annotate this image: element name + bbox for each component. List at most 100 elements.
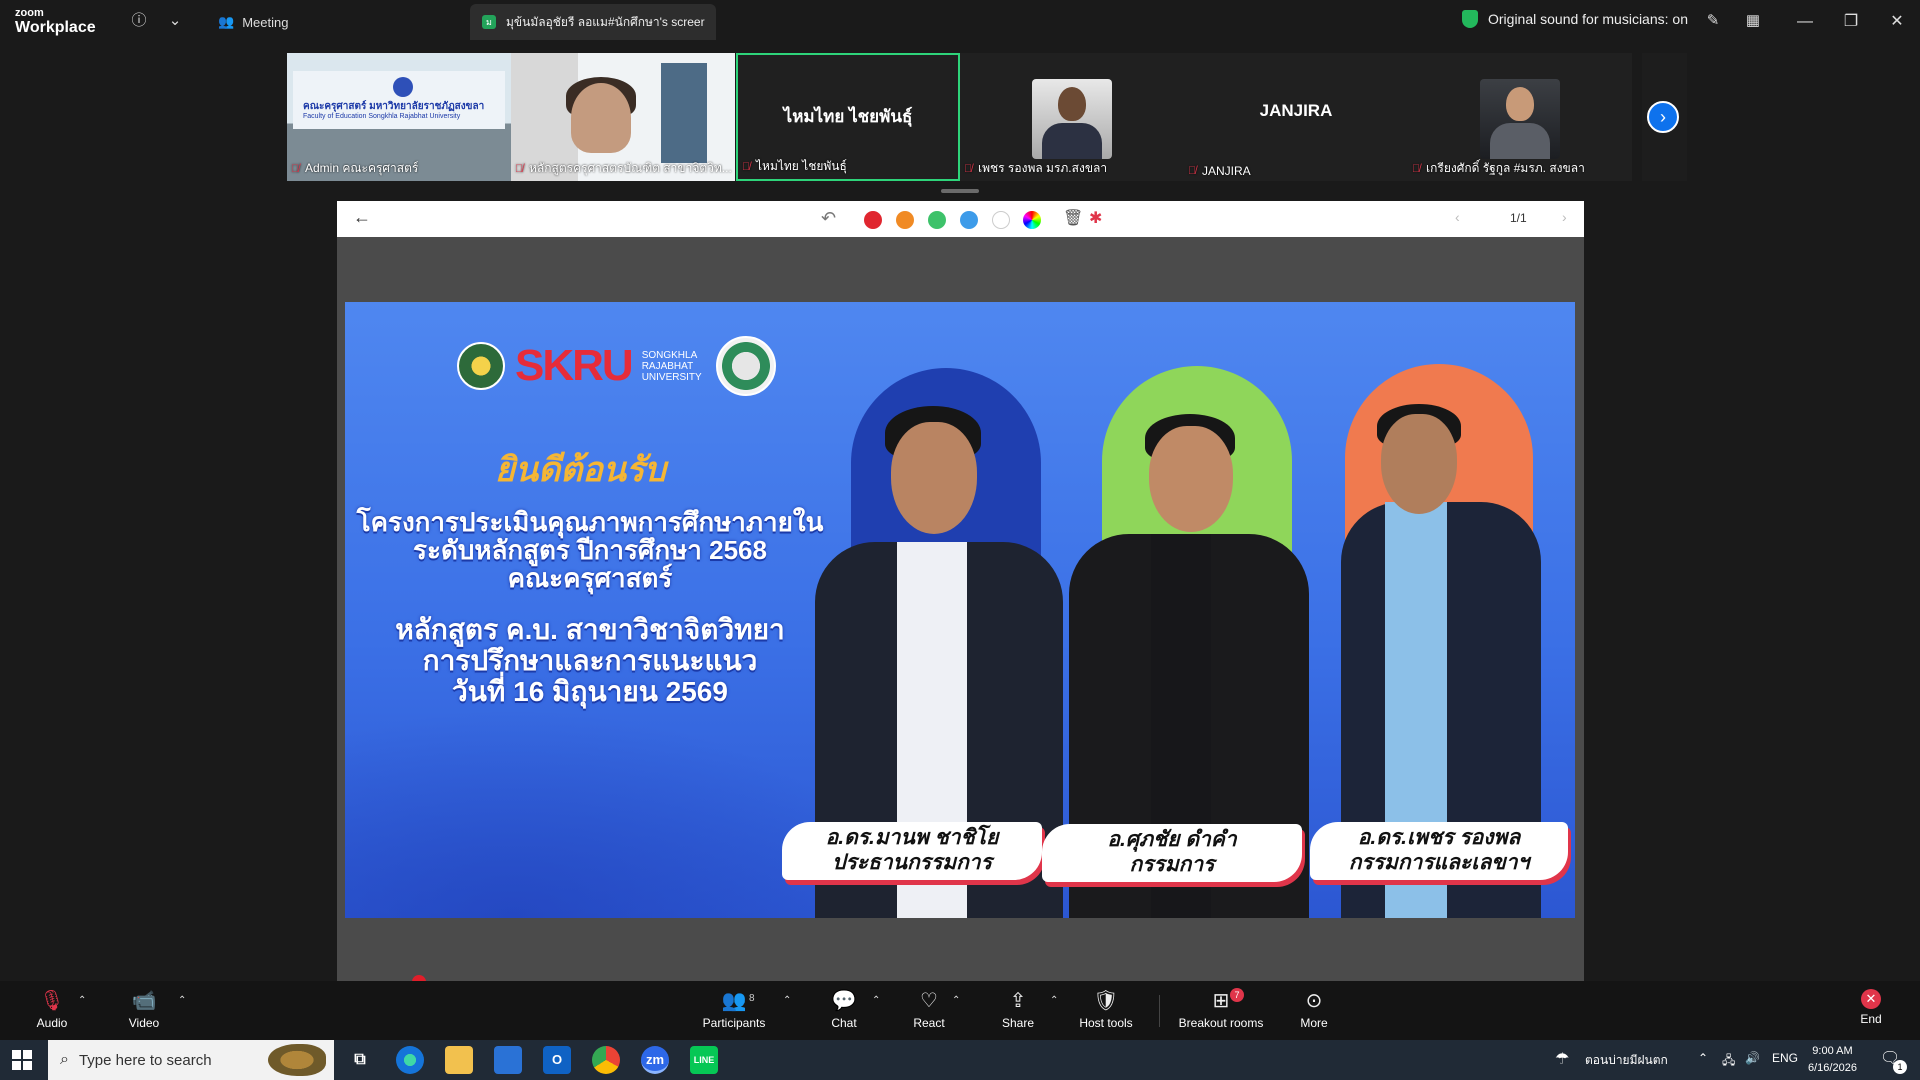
chat-options-caret-icon[interactable]: ⌃ — [872, 995, 880, 1006]
participant-name-text: หลักสูตรครุศาสตรบัณฑิต สาขาจิตวิท... — [529, 161, 732, 175]
react-button[interactable]: ♡ React — [884, 989, 974, 1030]
video-label: Video — [128, 1016, 160, 1030]
shield-icon — [1462, 10, 1478, 28]
minimize-button[interactable]: — — [1790, 8, 1820, 36]
back-arrow-icon[interactable]: ← — [353, 207, 371, 228]
notification-count: 1 — [1893, 1060, 1907, 1074]
annotation-toolbar: ← ↶ 🗑 ✱ ‹ 1/1 › — [337, 201, 1584, 237]
person-silhouette — [571, 83, 631, 153]
audio-options-caret-icon[interactable]: ⌃ — [78, 995, 86, 1006]
welcome-heading: ยินดีต้อนรับ — [495, 451, 666, 489]
restore-button[interactable]: ❐ — [1836, 8, 1866, 36]
microsoft-store-icon[interactable] — [494, 1046, 522, 1074]
participants-options-caret-icon[interactable]: ⌃ — [783, 995, 791, 1006]
react-label: React — [913, 1016, 945, 1030]
spotlight-icon[interactable]: ✱ — [1089, 208, 1102, 228]
video-tile[interactable]: คณะครุศาสตร์ มหาวิทยาลัยราชภัฏสงขลา Facu… — [287, 53, 511, 181]
strip-resize-handle[interactable] — [941, 189, 979, 193]
trash-icon[interactable]: 🗑 — [1063, 208, 1083, 228]
participants-button[interactable]: 👥 Participants — [689, 989, 779, 1030]
react-options-caret-icon[interactable]: ⌃ — [952, 995, 960, 1006]
line-app-icon[interactable]: LINE — [690, 1046, 718, 1074]
video-gallery-strip: คณะครุศาสตร์ มหาวิทยาลัยราชภัฏสงขลา Facu… — [287, 53, 1687, 181]
volume-icon[interactable]: 🔊 — [1745, 1051, 1760, 1065]
end-button[interactable]: ✕ End — [1826, 989, 1916, 1026]
gallery-view-icon[interactable]: ▦ — [1742, 10, 1764, 32]
toolbar-divider — [1159, 995, 1160, 1027]
system-clock[interactable]: 9:00 AM 6/16/2026 — [1808, 1043, 1857, 1077]
file-explorer-icon[interactable] — [445, 1046, 473, 1074]
weather-icon: ☂ — [1555, 1051, 1570, 1068]
share-options-caret-icon[interactable]: ⌃ — [1050, 995, 1058, 1006]
video-tile[interactable]: 🎙̸ หลักสูตรครุศาสตรบัณฑิต สาขาจิตวิท... — [511, 53, 735, 181]
participants-icon: 👥 — [721, 990, 747, 1012]
name-plate: อ.ศุภชัย ดำคำ กรรมการ — [1042, 824, 1302, 882]
name-plate: อ.ดร.มานพ ชาชิโย ประธานกรรมการ — [782, 822, 1042, 880]
profile-avatar — [1032, 79, 1112, 159]
network-icon[interactable]: 🖧 — [1722, 1051, 1735, 1072]
avatar-body — [1042, 123, 1102, 159]
windows-start-icon[interactable] — [12, 1050, 32, 1070]
input-language[interactable]: ENG — [1772, 1051, 1798, 1065]
face — [1381, 414, 1457, 514]
sound-label: Original sound for musicians: on — [1488, 11, 1688, 27]
color-white-swatch[interactable] — [992, 211, 1010, 229]
meeting-label: Meeting — [242, 14, 289, 30]
video-tile[interactable]: 🎙̸ เกรียงศักดิ์ รัฐกูล #มรภ. สงขลา — [1408, 53, 1632, 181]
participant-name-text: JANJIRA — [1202, 164, 1251, 178]
color-orange-swatch[interactable] — [896, 211, 914, 229]
more-button[interactable]: ⊙ More — [1269, 989, 1359, 1030]
participant-name: 🎙̸ ไหมไทย ไชยพันธุ์ — [742, 157, 847, 176]
chrome-icon[interactable] — [592, 1046, 620, 1074]
program-line3: วันที่ 16 มิถุนายน 2569 — [452, 676, 728, 707]
color-green-swatch[interactable] — [928, 211, 946, 229]
project-title: โครงการประเมินคุณภาพการศึกษาภายใน ระดับห… — [345, 508, 835, 592]
project-line2: ระดับหลักสูตร ปีการศึกษา 2568 — [413, 535, 767, 565]
edge-browser-icon[interactable] — [396, 1046, 424, 1074]
color-blue-swatch[interactable] — [960, 211, 978, 229]
task-view-icon[interactable]: ⧉ — [346, 1046, 374, 1074]
host-tools-button[interactable]: 🛡 Host tools — [1061, 989, 1151, 1030]
participant-display-name: JANJIRA — [1259, 101, 1333, 120]
background-door — [661, 63, 707, 163]
undo-icon[interactable]: ↶ — [821, 208, 836, 229]
participants-group-icon: 👥 — [218, 14, 235, 29]
video-tile[interactable]: JANJIRA 🎙̸ JANJIRA — [1184, 53, 1408, 181]
breakout-rooms-button[interactable]: ⊞ Breakout rooms — [1176, 989, 1266, 1030]
member-role: กรรมการและเลขาฯ — [1348, 851, 1530, 874]
share-tab[interactable]: ม มุข้นมัลอุชัยรี ลอแม#นักศึกษา's screer… — [470, 4, 716, 40]
more-options-icon[interactable]: ⋯ — [715, 13, 716, 31]
next-page-icon[interactable]: › — [1562, 209, 1567, 225]
pencil-icon[interactable]: ✎ — [1702, 10, 1724, 32]
meeting-button[interactable]: 👥 Meeting — [218, 10, 288, 34]
video-button[interactable]: 📹 Video — [99, 989, 189, 1030]
mic-muted-icon: 🎙̸ — [1412, 162, 1421, 175]
video-tile[interactable]: 🎙̸ เพชร รองพล มรภ.สงขลา — [960, 53, 1184, 181]
color-red-swatch[interactable] — [864, 211, 882, 229]
show-hidden-icons[interactable]: ⌃ — [1698, 1051, 1708, 1065]
gallery-next-button[interactable]: › — [1647, 101, 1679, 133]
breakout-badge: 7 — [1230, 988, 1244, 1002]
close-window-button[interactable]: ✕ — [1882, 8, 1912, 36]
participant-name: 🎙̸ เพชร รองพล มรภ.สงขลา — [964, 159, 1107, 178]
mic-muted-icon: 🎙̸ — [291, 162, 300, 175]
end-label: End — [1860, 1012, 1882, 1026]
weather-text[interactable]: ตอนบ่ายมีฝนตก — [1585, 1051, 1668, 1070]
taskbar-search[interactable]: ⌕ Type here to search — [48, 1040, 334, 1080]
original-sound-status[interactable]: Original sound for musicians: on — [1462, 10, 1688, 28]
participants-count: 8 — [749, 993, 755, 1004]
outlook-icon[interactable]: O — [543, 1046, 571, 1074]
color-picker-icon[interactable] — [1023, 211, 1041, 229]
avatar-head — [1506, 87, 1534, 121]
chevron-down-icon[interactable]: ⌄ — [164, 10, 186, 32]
zoom-app-icon[interactable]: zm — [641, 1046, 669, 1074]
clock-date: 6/16/2026 — [1808, 1062, 1857, 1074]
video-tile-active-speaker[interactable]: ไหมไทย ไชยพันธุ์ 🎙̸ ไหมไทย ไชยพันธุ์ — [736, 53, 960, 181]
video-options-caret-icon[interactable]: ⌃ — [178, 995, 186, 1006]
faculty-seal-icon — [715, 336, 776, 396]
mic-muted-icon: 🎙̸ — [515, 162, 524, 175]
prev-page-icon[interactable]: ‹ — [1455, 209, 1460, 225]
title-bar: zoom Workplace ⓘ ⌄ 👥 Meeting ม มุข้นมัลอ… — [0, 0, 1920, 44]
banner-line2: Faculty of Education Songkhla Rajabhat U… — [303, 113, 461, 120]
info-icon[interactable]: ⓘ — [128, 10, 150, 32]
